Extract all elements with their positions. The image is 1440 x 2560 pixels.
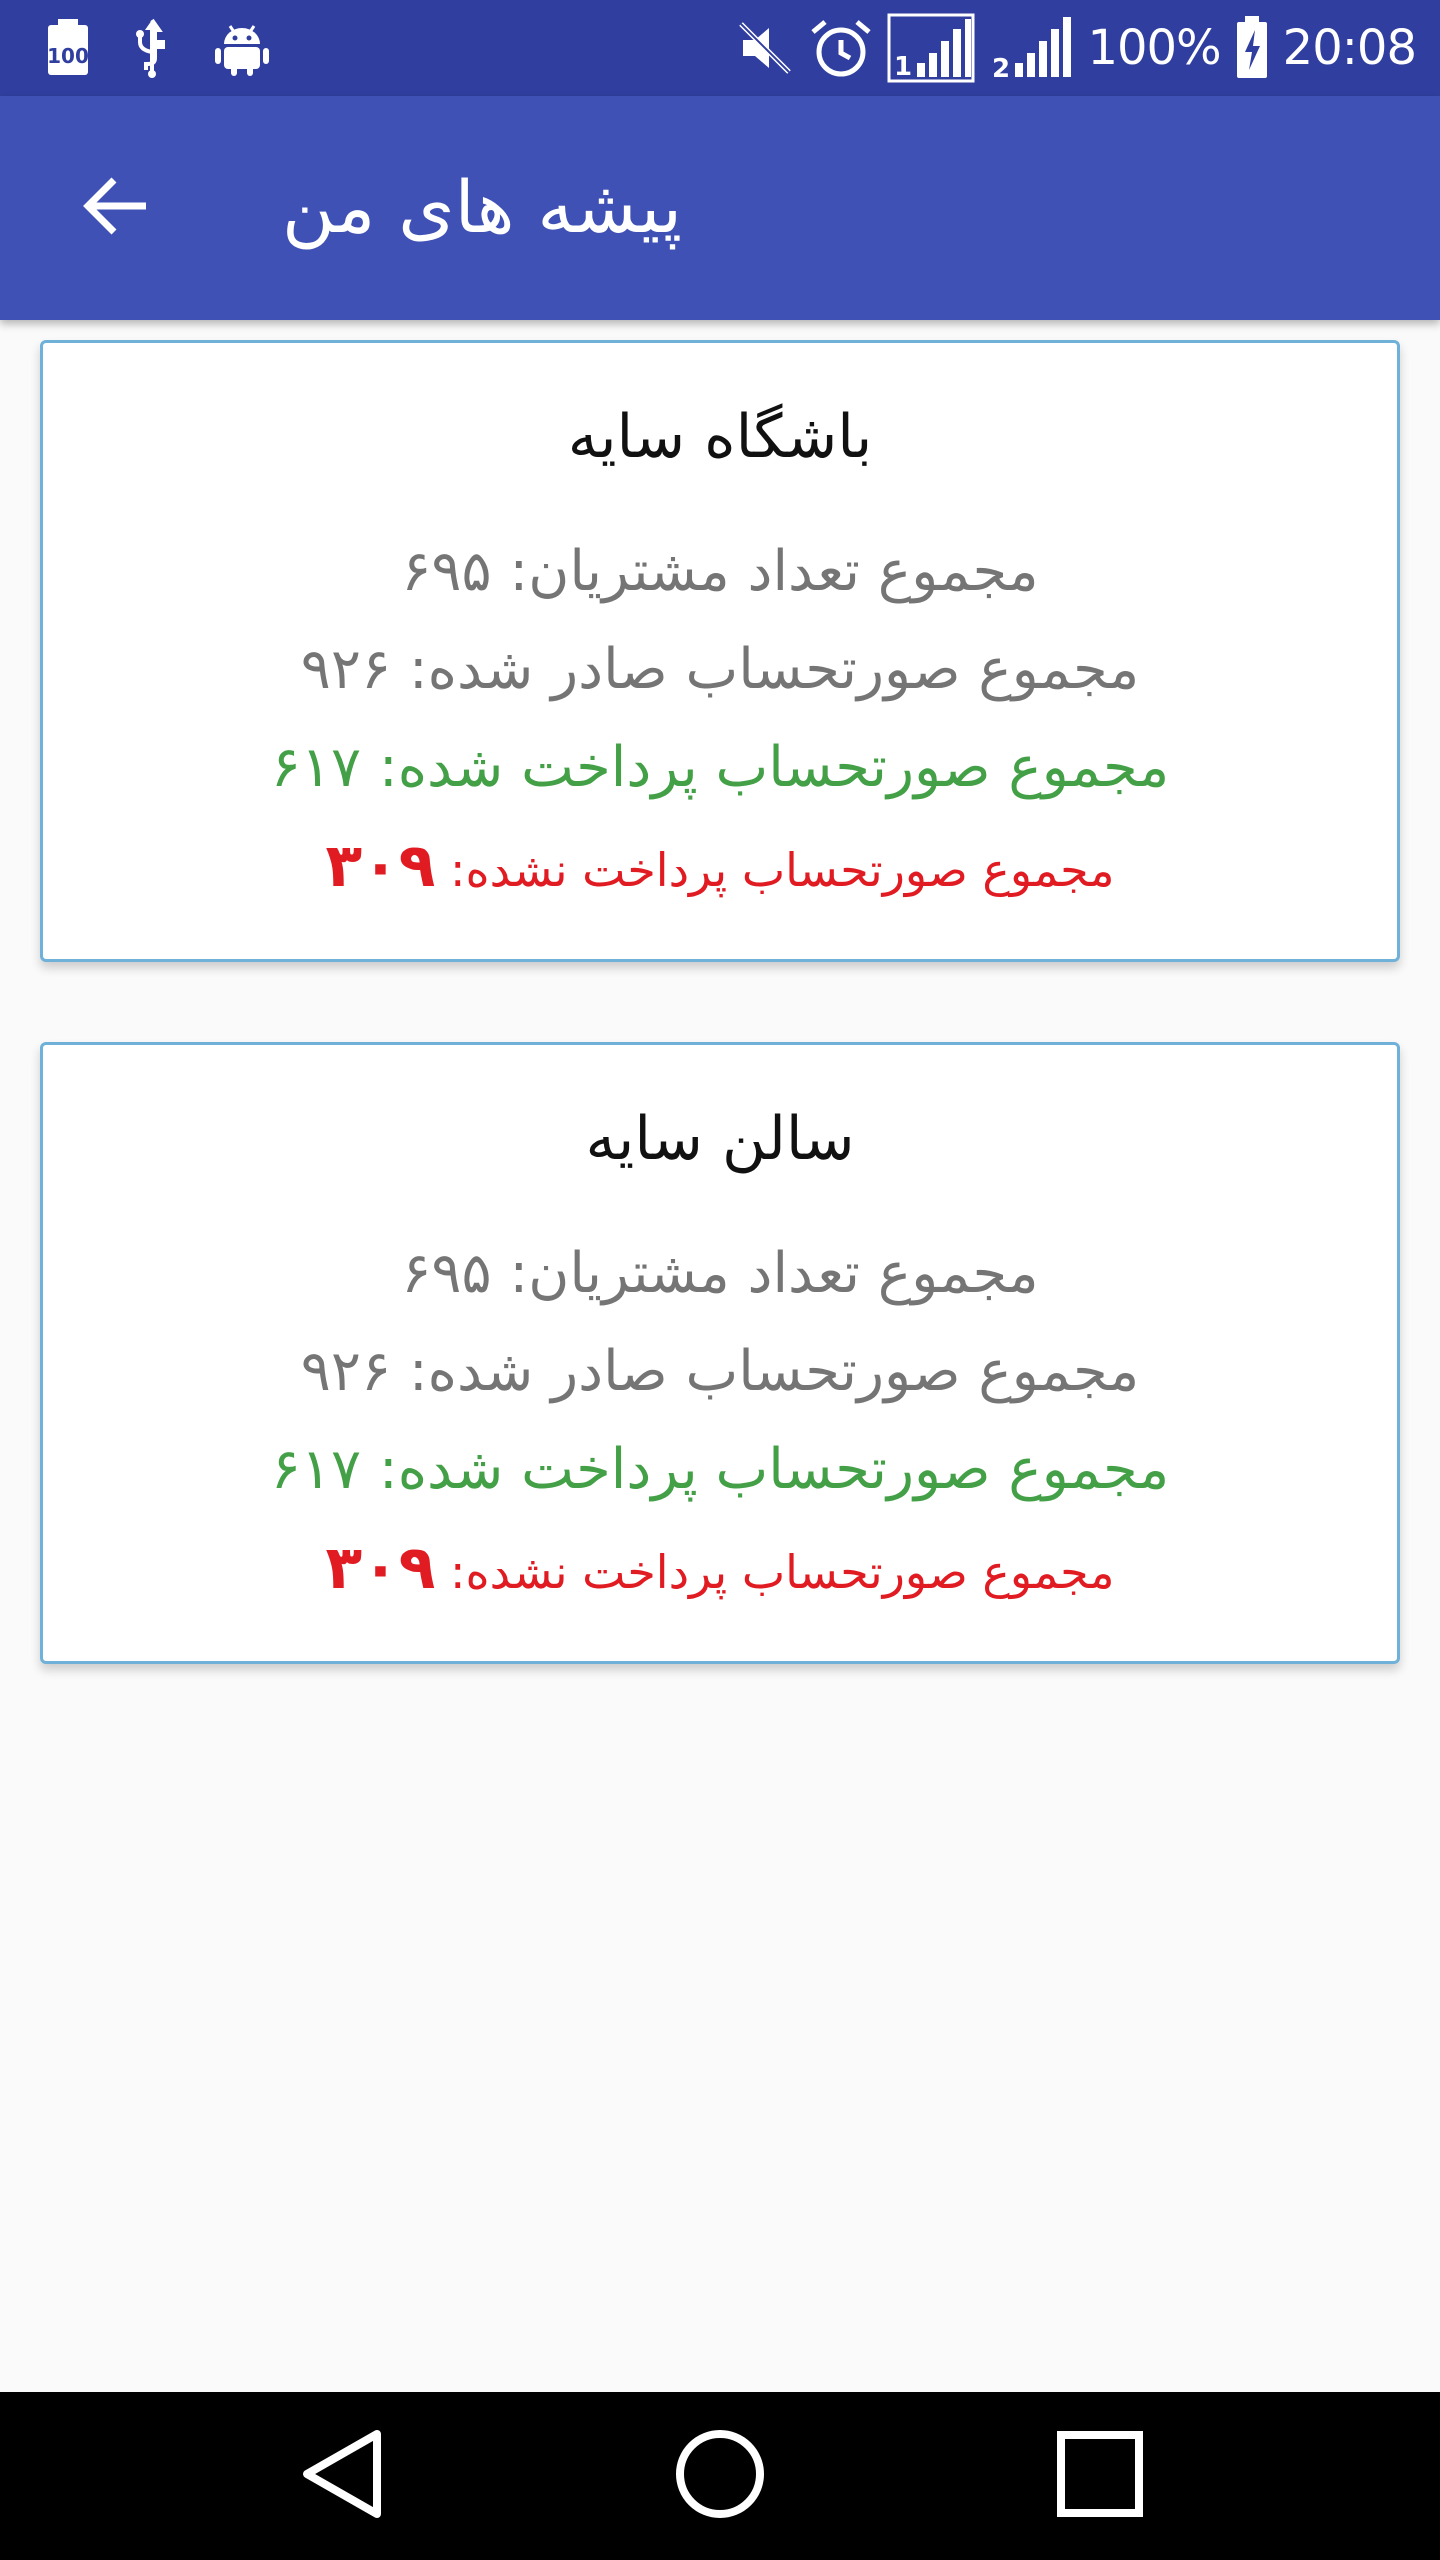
issued-label: مجموع صورتحساب صادر شده: [391, 637, 1140, 702]
issued-value: ۹۲۶ [300, 637, 392, 702]
svg-text:2: 2 [992, 54, 1010, 83]
nav-back-button[interactable] [242, 2392, 442, 2560]
paid-label: مجموع صورتحساب پرداخت شده: [361, 1437, 1170, 1502]
business-card[interactable]: سالن سایه مجموع تعداد مشتریان: ۶۹۵ مجموع… [40, 1042, 1400, 1664]
nav-home-button[interactable] [620, 2392, 820, 2560]
status-bar: 100 1 2 100% 20:08 [0, 0, 1440, 96]
usb-icon [132, 18, 172, 78]
customers-label: مجموع تعداد مشتریان: [491, 1241, 1039, 1306]
unpaid-label: مجموع صورتحساب پرداخت نشده: [435, 1545, 1115, 1599]
svg-text:100: 100 [47, 44, 89, 68]
paid-value: ۶۱۷ [270, 1437, 362, 1502]
business-card[interactable]: باشگاه سایه مجموع تعداد مشتریان: ۶۹۵ مجم… [40, 340, 1400, 962]
mute-icon [735, 18, 795, 78]
alarm-icon [809, 16, 873, 80]
unpaid-invoices-total: مجموع صورتحساب پرداخت نشده: ۳۰۹ [43, 1519, 1397, 1617]
business-name: سالن سایه [585, 1104, 855, 1174]
customers-total: مجموع تعداد مشتریان: ۶۹۵ [43, 523, 1397, 621]
nav-home-icon [672, 2426, 768, 2526]
signal-sim2-icon: 2 [989, 13, 1073, 83]
issued-invoices-total: مجموع صورتحساب صادر شده: ۹۲۶ [43, 621, 1397, 719]
page-title: پیشه های من [282, 165, 683, 249]
paid-invoices-total: مجموع صورتحساب پرداخت شده: ۶۱۷ [43, 1421, 1397, 1519]
system-status-icons: 1 2 100% 20:08 [735, 10, 1417, 86]
issued-invoices-total: مجموع صورتحساب صادر شده: ۹۲۶ [43, 1323, 1397, 1421]
nav-recent-apps-icon [1055, 2429, 1145, 2523]
navigation-bar [0, 2392, 1440, 2560]
back-button[interactable] [56, 148, 176, 268]
business-name: باشگاه سایه [567, 402, 873, 472]
customers-label: مجموع تعداد مشتریان: [491, 539, 1039, 604]
clock: 20:08 [1282, 20, 1417, 76]
android-debug-icon [214, 20, 270, 76]
unpaid-label: مجموع صورتحساب پرداخت نشده: [435, 843, 1115, 897]
unpaid-value: ۳۰۹ [325, 1533, 436, 1603]
paid-value: ۶۱۷ [270, 735, 362, 800]
arrow-back-icon [80, 170, 152, 246]
customers-total: مجموع تعداد مشتریان: ۶۹۵ [43, 1225, 1397, 1323]
battery-100-notification-icon: 100 [46, 19, 90, 77]
unpaid-invoices-total: مجموع صورتحساب پرداخت نشده: ۳۰۹ [43, 817, 1397, 915]
nav-recent-apps-button[interactable] [1000, 2392, 1200, 2560]
unpaid-value: ۳۰۹ [325, 831, 436, 901]
battery-percent: 100% [1087, 20, 1221, 76]
issued-label: مجموع صورتحساب صادر شده: [391, 1339, 1140, 1404]
customers-value: ۶۹۵ [401, 1241, 492, 1306]
battery-charging-icon [1235, 16, 1269, 80]
issued-value: ۹۲۶ [300, 1339, 392, 1404]
nav-back-icon [297, 2426, 387, 2526]
notification-icons: 100 [46, 16, 270, 80]
business-list: باشگاه سایه مجموع تعداد مشتریان: ۶۹۵ مجم… [40, 340, 1400, 1744]
paid-label: مجموع صورتحساب پرداخت شده: [361, 735, 1170, 800]
customers-value: ۶۹۵ [401, 539, 492, 604]
app-bar: پیشه های من [0, 96, 1440, 320]
signal-sim1-icon: 1 [887, 13, 975, 83]
paid-invoices-total: مجموع صورتحساب پرداخت شده: ۶۱۷ [43, 719, 1397, 817]
svg-text:1: 1 [894, 52, 912, 82]
